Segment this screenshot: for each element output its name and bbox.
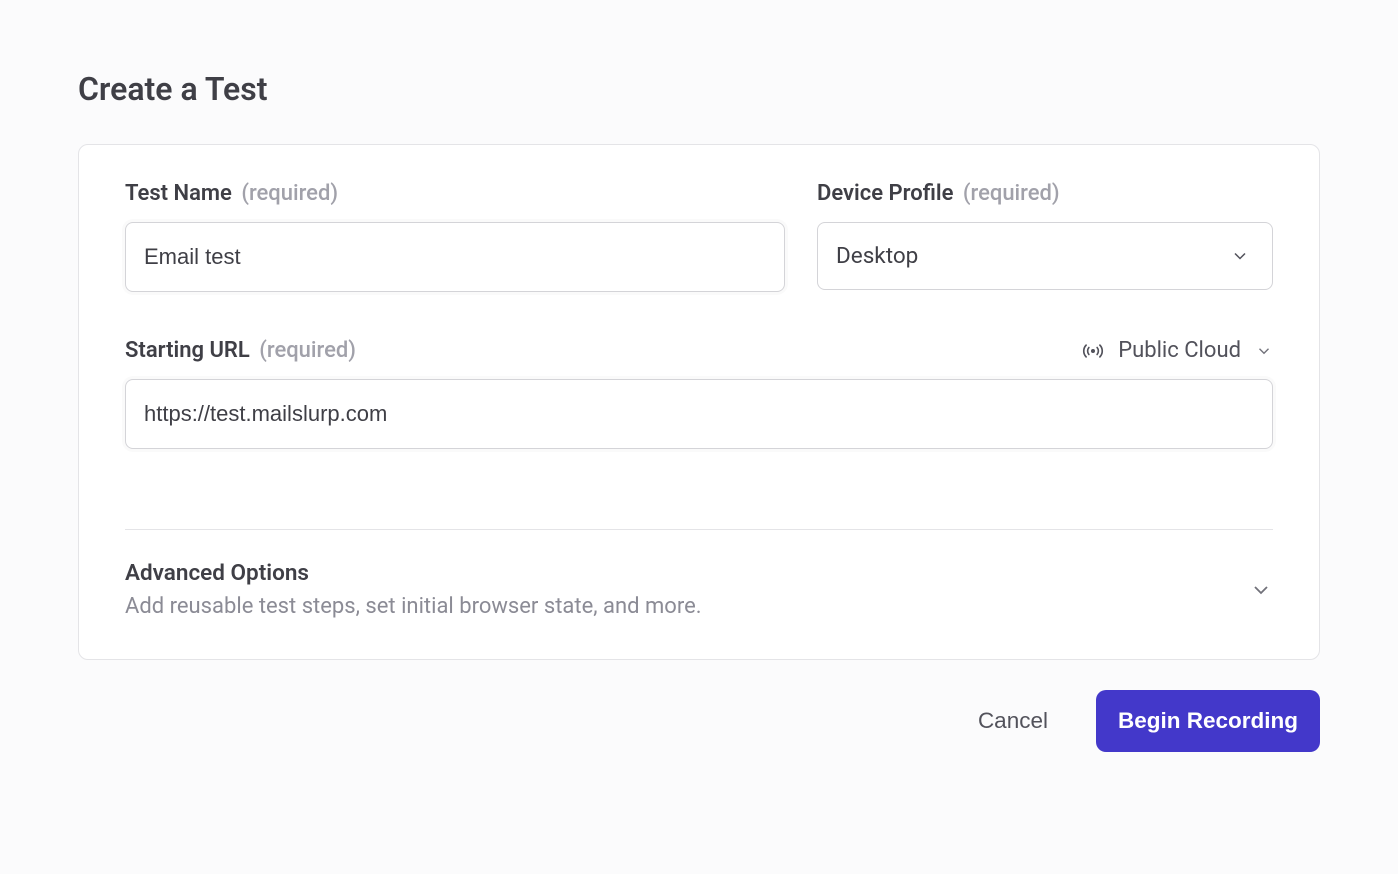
chevron-down-icon (1249, 578, 1273, 602)
device-profile-field: Device Profile (required) Desktop (817, 181, 1273, 290)
page-title: Create a Test (78, 70, 1320, 108)
test-name-field: Test Name (required) (125, 181, 785, 292)
test-name-label: Test Name (required) (125, 181, 785, 206)
advanced-options-description: Add reusable test steps, set initial bro… (125, 594, 702, 619)
starting-url-label-text: Starting URL (125, 338, 250, 363)
cancel-button[interactable]: Cancel (974, 694, 1052, 748)
advanced-options-title: Advanced Options (125, 560, 702, 586)
environment-selector[interactable]: Public Cloud (1082, 338, 1273, 363)
test-name-required-hint: (required) (241, 181, 338, 206)
starting-url-required-hint: (required) (259, 338, 356, 363)
device-profile-selected: Desktop (836, 243, 918, 269)
starting-url-label: Starting URL (required) (125, 338, 356, 363)
chevron-down-icon (1255, 342, 1273, 360)
test-name-label-text: Test Name (125, 181, 232, 206)
device-profile-required-hint: (required) (963, 181, 1060, 206)
footer-actions: Cancel Begin Recording (78, 690, 1320, 752)
create-test-card: Test Name (required) Device Profile (req… (78, 144, 1320, 660)
divider (125, 529, 1273, 530)
broadcast-icon (1082, 340, 1104, 362)
environment-selected: Public Cloud (1118, 338, 1241, 363)
starting-url-field: Starting URL (required) Public Cloud (125, 338, 1273, 449)
test-name-input[interactable] (125, 222, 785, 292)
device-profile-select[interactable]: Desktop (817, 222, 1273, 290)
begin-recording-button[interactable]: Begin Recording (1096, 690, 1320, 752)
device-profile-label: Device Profile (required) (817, 181, 1273, 206)
starting-url-input[interactable] (125, 379, 1273, 449)
chevron-down-icon (1230, 246, 1250, 266)
device-profile-label-text: Device Profile (817, 181, 953, 206)
advanced-options-toggle[interactable]: Advanced Options Add reusable test steps… (125, 560, 1273, 619)
